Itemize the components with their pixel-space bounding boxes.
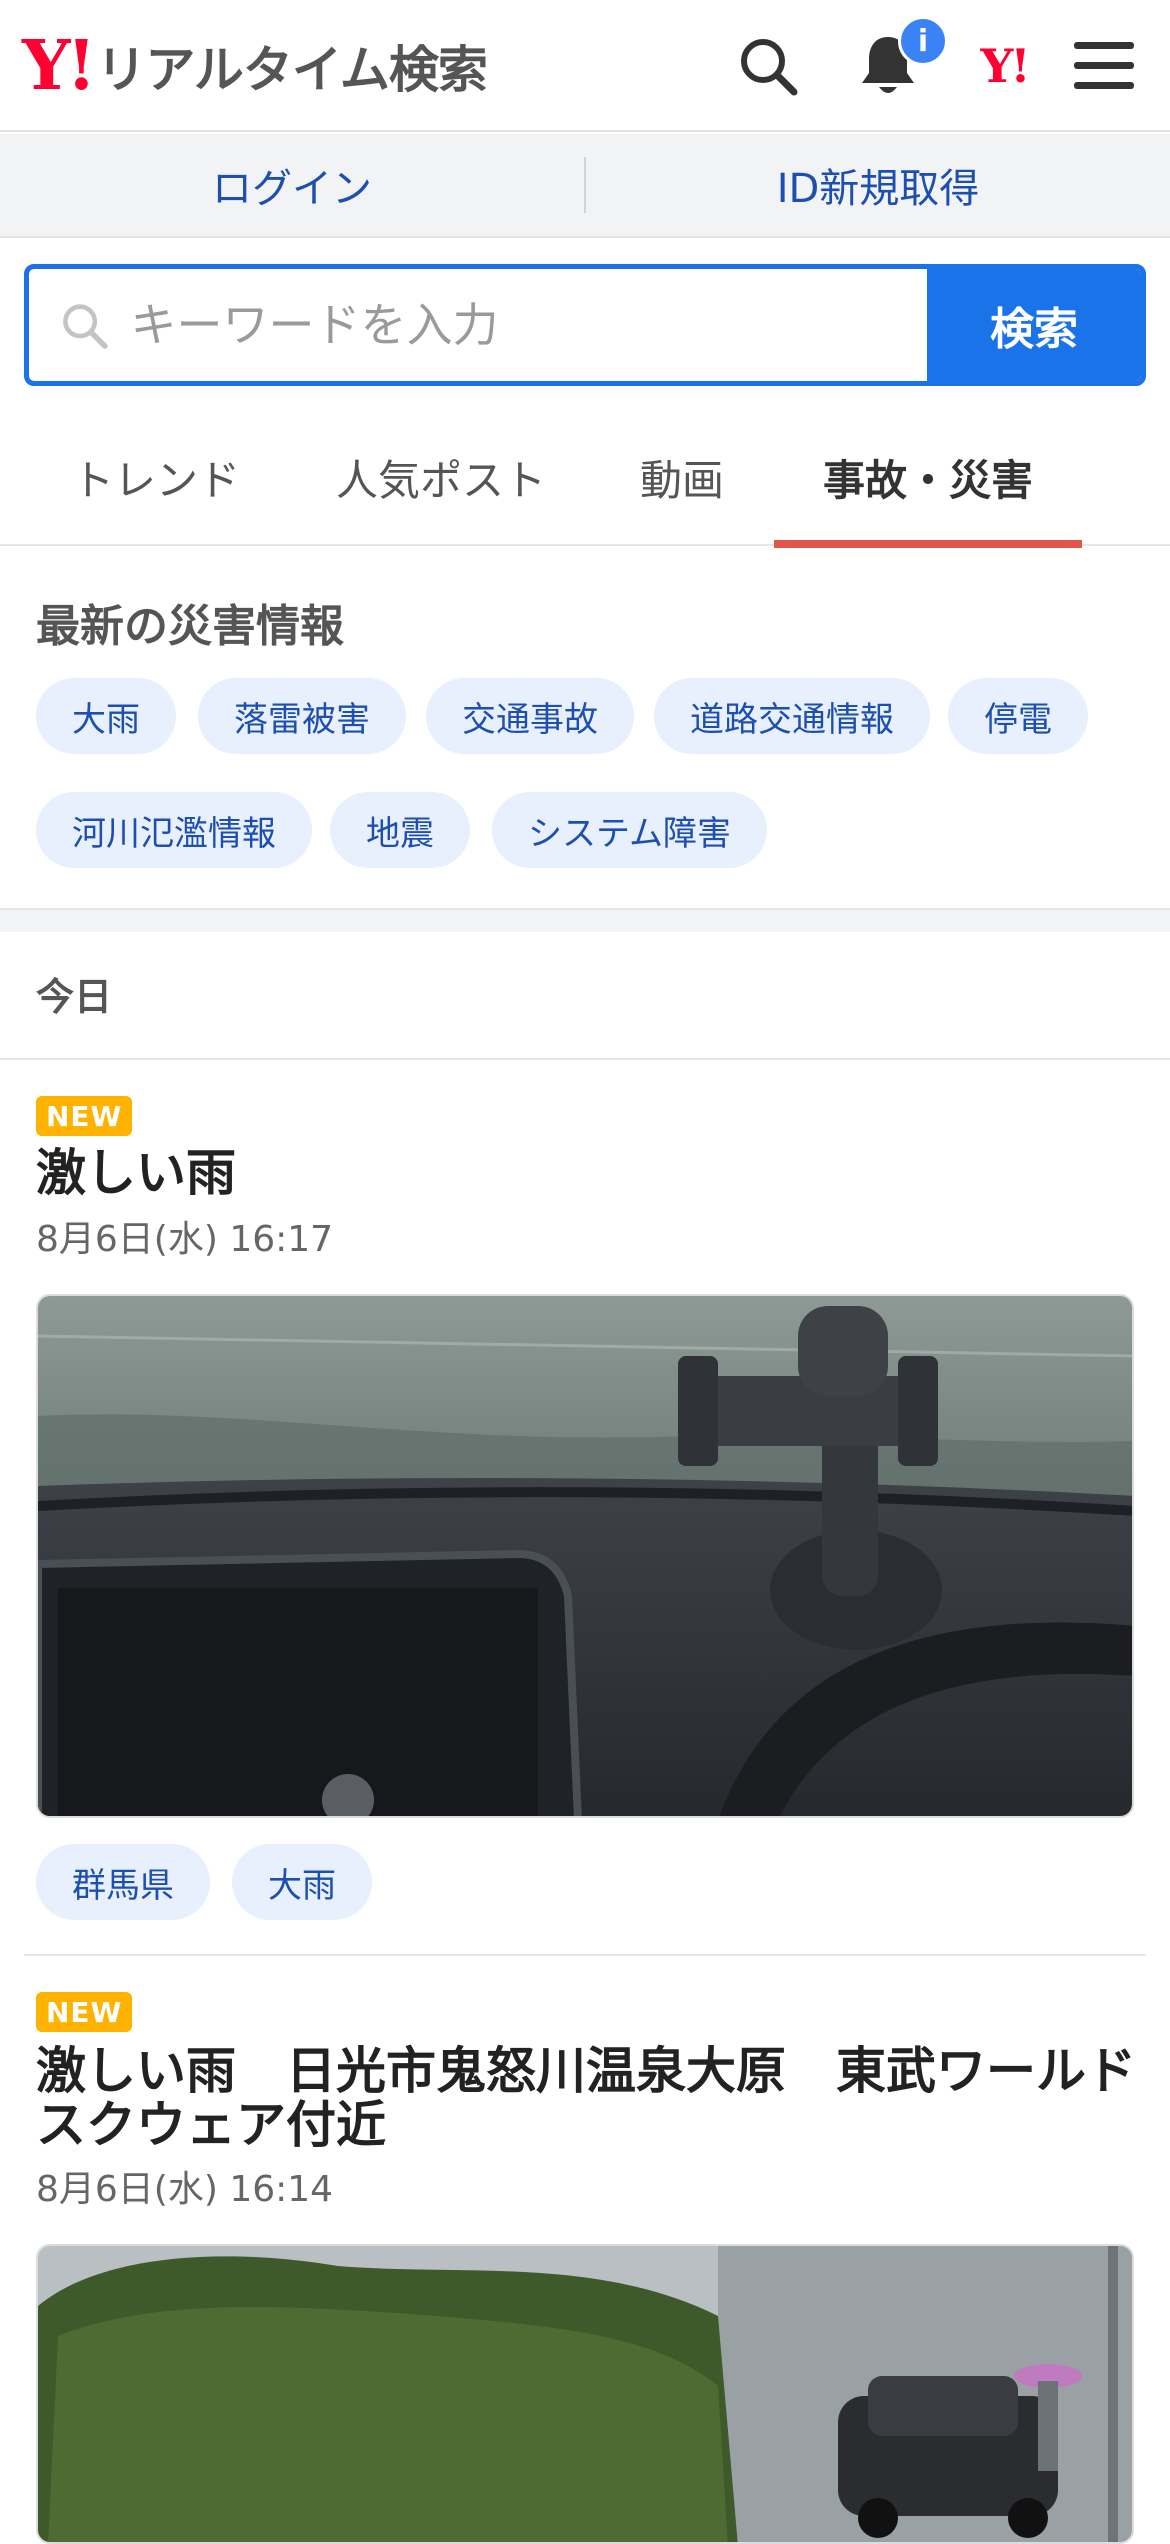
section-title: 最新の災害情報 xyxy=(36,601,344,652)
divider xyxy=(24,1954,1146,1956)
tab-popular-posts[interactable]: 人気ポスト xyxy=(316,408,566,546)
chip-road-traffic[interactable]: 道路交通情報 xyxy=(654,678,930,754)
menu-icon[interactable] xyxy=(1068,30,1140,102)
post-time: 8月6日(水) 16:17 xyxy=(36,1219,334,1260)
post-time: 8月6日(水) 16:14 xyxy=(36,2169,334,2210)
chip-system-failure[interactable]: システム障害 xyxy=(492,792,767,868)
tab-accident-disaster[interactable]: 事故・災害 xyxy=(774,408,1082,548)
chip-power-outage[interactable]: 停電 xyxy=(948,678,1088,754)
yahoo-japan-mark: Y! xyxy=(980,39,1030,93)
search-input[interactable] xyxy=(130,298,927,352)
tag-gunma[interactable]: 群馬県 xyxy=(36,1844,210,1920)
post-title[interactable]: 激しい雨 日光市鬼怒川温泉大原 東武ワールドスクウェア付近 xyxy=(36,2044,1136,2152)
chip-lightning[interactable]: 落雷被害 xyxy=(198,678,406,754)
search-icon[interactable] xyxy=(732,30,804,102)
divider xyxy=(0,1058,1170,1060)
new-badge: NEW xyxy=(36,1096,133,1136)
yahoo-japan-icon[interactable]: Y! xyxy=(968,30,1040,102)
post-photo-car-dashboard[interactable] xyxy=(36,1294,1134,1818)
notification-badge[interactable]: i xyxy=(898,16,948,66)
chip-earthquake[interactable]: 地震 xyxy=(330,792,470,868)
chip-heavy-rain[interactable]: 大雨 xyxy=(36,678,176,754)
search-field-icon xyxy=(63,304,108,349)
register-link[interactable]: ID新規取得 xyxy=(586,156,1170,214)
disaster-info-section: 最新の災害情報 大雨 落雷被害 交通事故 道路交通情報 停電 河川氾濫情報 地震… xyxy=(0,548,1170,908)
day-label: 今日 xyxy=(36,975,113,1019)
search-field[interactable] xyxy=(29,269,927,381)
category-tabs: トレンド 人気ポスト 動画 事故・災害 xyxy=(0,408,1170,548)
tab-trend[interactable]: トレンド xyxy=(36,408,276,546)
auth-bar: ログイン ID新規取得 xyxy=(0,134,1170,238)
chip-river-flood[interactable]: 河川氾濫情報 xyxy=(36,792,312,868)
yahoo-realtime-logo[interactable]: Y! リアルタイム検索 xyxy=(22,26,488,106)
search-box: 検索 xyxy=(24,264,1146,386)
tag-heavy-rain[interactable]: 大雨 xyxy=(232,1844,372,1920)
search-button[interactable]: 検索 xyxy=(927,269,1141,381)
post-title[interactable]: 激しい雨 xyxy=(36,1146,1136,1200)
logo-mark: Y! xyxy=(22,26,96,106)
tab-video[interactable]: 動画 xyxy=(612,408,752,546)
login-link[interactable]: ログイン xyxy=(0,156,584,214)
app-header: Y! リアルタイム検索 i Y! xyxy=(0,0,1170,132)
new-badge: NEW xyxy=(36,1992,133,2032)
logo-text: リアルタイム検索 xyxy=(96,41,487,99)
section-separator xyxy=(0,908,1170,932)
chip-traffic-accident[interactable]: 交通事故 xyxy=(426,678,634,754)
post-photo-rain-street[interactable] xyxy=(36,2244,1134,2544)
